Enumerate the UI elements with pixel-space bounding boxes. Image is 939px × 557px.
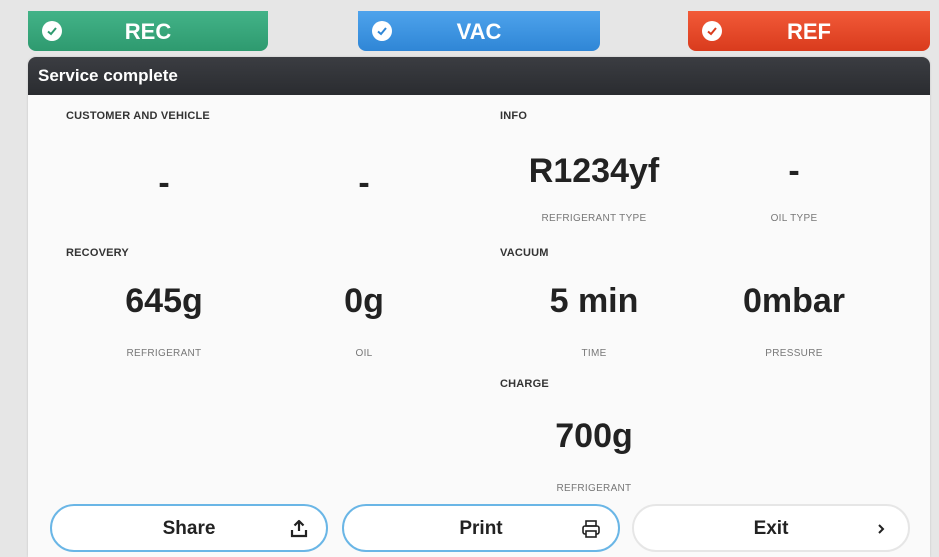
- tab-rec-label: REC: [124, 19, 172, 44]
- tab-ref[interactable]: REF: [688, 11, 930, 51]
- vacuum-time-label: TIME: [581, 348, 607, 359]
- chevron-right-icon: [870, 518, 892, 540]
- share-button[interactable]: Share: [50, 504, 328, 552]
- customer-value: -: [158, 164, 170, 202]
- service-summary-panel: Service complete CUSTOMER AND VEHICLE - …: [28, 57, 930, 557]
- section-title-info: INFO: [500, 110, 528, 122]
- section-title-charge: CHARGE: [500, 378, 549, 390]
- charge-refrigerant-value: 700g: [555, 417, 633, 455]
- vacuum-time-value: 5 min: [549, 282, 639, 320]
- printer-icon: [580, 518, 602, 540]
- vacuum-pressure-label: PRESSURE: [765, 348, 823, 359]
- recovery-refrigerant-label: REFRIGERANT: [126, 348, 202, 359]
- tab-vac[interactable]: VAC: [358, 11, 600, 51]
- recovery-oil-value: 0g: [344, 282, 384, 320]
- recovery-refrigerant-value: 645g: [125, 282, 203, 320]
- vehicle-value: -: [358, 164, 370, 202]
- section-title-recovery: RECOVERY: [66, 247, 129, 259]
- section-title-vacuum: VACUUM: [500, 247, 549, 259]
- refrigerant-type-value: R1234yf: [528, 152, 660, 190]
- print-button-label: Print: [459, 518, 503, 539]
- tab-ref-label: REF: [787, 19, 831, 44]
- vacuum-pressure-value: 0mbar: [742, 282, 846, 320]
- upload-icon: [288, 518, 310, 540]
- status-tabs: REC VAC REF: [0, 0, 939, 55]
- tab-rec[interactable]: REC: [28, 11, 268, 51]
- print-button[interactable]: Print: [342, 504, 620, 552]
- oil-type-label: OIL TYPE: [770, 213, 818, 224]
- refrigerant-type-label: REFRIGERANT TYPE: [541, 213, 647, 224]
- oil-type-value: -: [788, 152, 800, 190]
- section-title-customer: CUSTOMER AND VEHICLE: [66, 110, 210, 122]
- tab-vac-label: VAC: [456, 19, 502, 44]
- exit-button-label: Exit: [753, 518, 789, 539]
- recovery-oil-label: OIL: [355, 348, 373, 359]
- exit-button[interactable]: Exit: [632, 504, 910, 552]
- charge-refrigerant-label: REFRIGERANT: [556, 483, 632, 494]
- page-title: Service complete: [28, 57, 930, 95]
- share-button-label: Share: [162, 518, 216, 539]
